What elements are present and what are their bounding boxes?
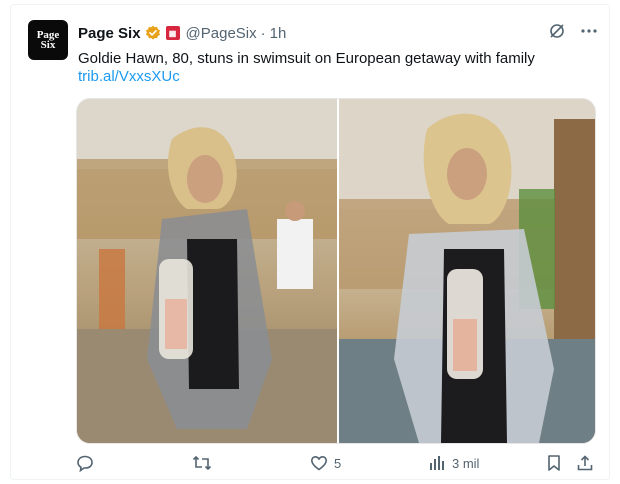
retweet-button[interactable] [192,454,212,472]
share-button[interactable] [576,454,594,472]
separator-dot: · [260,24,266,42]
more-icon[interactable] [580,22,598,40]
media-image-right[interactable] [339,99,595,443]
tweet-link[interactable]: trib.al/VxxsXUc [78,68,180,85]
verified-badge-icon [145,25,160,40]
like-icon [310,455,328,471]
affiliate-badge-icon[interactable]: ▦ [165,26,180,40]
like-button[interactable]: 5 [310,454,341,472]
grok-icon[interactable] [548,22,566,40]
avatar[interactable]: Page Six [28,20,68,60]
avatar-text-line2: Six [40,39,56,51]
reply-icon [77,455,93,472]
author-name[interactable]: Page Six [78,25,141,42]
author-handle[interactable]: @PageSix [186,25,257,42]
tweet-text: Goldie Hawn, 80, stuns in swimsuit on Eu… [78,50,535,67]
top-right-icons [548,22,598,40]
photo-left-illustration [77,99,337,443]
photo-right-illustration [339,99,595,443]
bookmark-icon [548,455,560,471]
views-button[interactable]: 3 mil [428,454,479,472]
view-count: 3 mil [452,455,480,471]
retweet-icon [192,455,212,471]
like-count: 5 [334,455,342,471]
tweet-actions: 5 3 mil [76,454,596,476]
bookmark-button[interactable] [546,454,562,472]
media-image-left[interactable] [77,99,337,443]
tweet-media[interactable] [76,98,596,444]
views-icon [430,456,444,470]
timestamp[interactable]: 1h [270,25,287,42]
reply-button[interactable] [76,454,94,472]
share-icon [577,455,593,471]
tweet-header: Page Six ▦ @PageSix · 1h [78,22,286,44]
